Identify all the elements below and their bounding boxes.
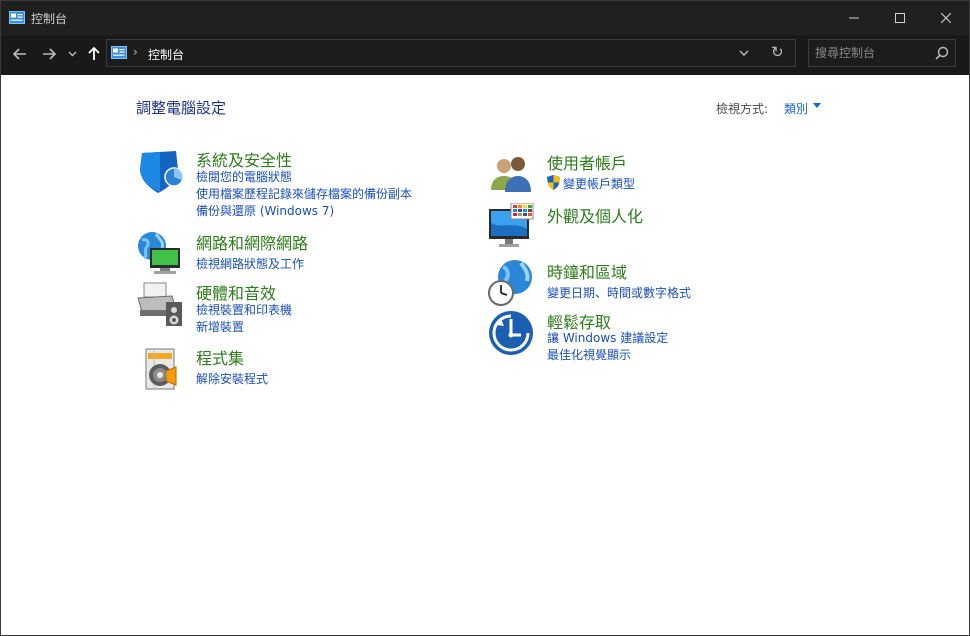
link-change-date-time-format[interactable]: 變更日期、時間或數字格式 (547, 284, 691, 301)
arrow-left-icon (13, 48, 26, 60)
close-button[interactable] (923, 1, 969, 35)
control-panel-window: 控制台 › 控制台 ↻ 搜尋控制台 調整電腦設定 檢視方式: 類別 系統及安全性… (0, 0, 970, 636)
network-globe-icon[interactable] (136, 230, 184, 278)
address-dropdown-button[interactable] (739, 46, 749, 59)
category-appearance-personalization: 外觀及個人化 (487, 203, 807, 253)
view-by-caret-icon[interactable] (813, 103, 821, 108)
category-title-network-internet[interactable]: 網路和網際網路 (196, 230, 308, 254)
category-title-programs[interactable]: 程式集 (196, 345, 244, 369)
forward-button[interactable] (38, 43, 60, 65)
link-add-device[interactable]: 新增裝置 (196, 318, 244, 335)
refresh-button[interactable]: ↻ (771, 43, 784, 61)
link-view-network-status[interactable]: 檢視網路狀態及工作 (196, 255, 304, 272)
view-by-dropdown[interactable]: 類別 (784, 100, 808, 117)
maximize-button[interactable] (877, 1, 923, 35)
category-system-security: 系統及安全性 檢閱您的電腦狀態 使用檔案歷程記錄來儲存檔案的備份副本 備份與還原… (136, 147, 456, 219)
close-icon (941, 13, 951, 23)
link-review-computer-status[interactable]: 檢閱您的電腦狀態 (196, 168, 292, 185)
uac-shield-icon (547, 175, 560, 190)
chevron-down-icon (739, 50, 749, 56)
up-button[interactable] (84, 43, 104, 65)
arrow-up-icon (88, 47, 100, 60)
link-optimize-visual-display[interactable]: 最佳化視覺顯示 (547, 346, 631, 363)
breadcrumb-separator[interactable]: › (133, 45, 138, 59)
category-hardware-sound: 硬體和音效 檢視裝置和印表機 新增裝置 (136, 280, 456, 335)
link-file-history-backup[interactable]: 使用檔案歷程記錄來儲存檔案的備份副本 (196, 185, 412, 202)
search-box[interactable] (808, 39, 956, 67)
recent-locations-button[interactable] (65, 43, 79, 65)
monitor-palette-icon[interactable] (487, 203, 535, 251)
users-icon[interactable] (487, 150, 535, 198)
category-title-user-accounts[interactable]: 使用者帳戶 (547, 150, 627, 174)
ease-of-access-icon[interactable] (487, 309, 535, 357)
back-button[interactable] (9, 43, 31, 65)
link-view-devices-printers[interactable]: 檢視裝置和印表機 (196, 301, 292, 318)
content-area: 調整電腦設定 檢視方式: 類別 系統及安全性 檢閱您的電腦狀態 使用檔案歷程記錄… (1, 75, 969, 635)
page-title: 調整電腦設定 (136, 99, 227, 117)
maximize-icon (895, 13, 905, 23)
breadcrumb-control-panel[interactable]: 控制台 (148, 46, 184, 63)
minimize-button[interactable] (831, 1, 877, 35)
category-network-internet: 網路和網際網路 檢視網路狀態及工作 (136, 230, 456, 280)
title-bar: 控制台 (1, 1, 969, 35)
link-backup-restore[interactable]: 備份與還原 (Windows 7) (196, 202, 334, 219)
link-let-windows-suggest[interactable]: 讓 Windows 建議設定 (547, 329, 668, 346)
control-panel-app-icon (9, 11, 25, 24)
link-change-account-type[interactable]: 變更帳戶類型 (563, 175, 635, 192)
clock-globe-icon[interactable] (487, 259, 535, 307)
shield-icon[interactable] (136, 147, 184, 195)
control-panel-address-icon (111, 46, 127, 59)
category-user-accounts: 使用者帳戶 變更帳戶類型 (487, 150, 807, 195)
window-title: 控制台 (31, 12, 68, 26)
search-input[interactable] (815, 44, 927, 62)
arrow-right-icon (43, 48, 56, 60)
address-bar[interactable]: › 控制台 ↻ (106, 39, 796, 67)
minimize-icon (849, 17, 859, 19)
navigation-bar: › 控制台 ↻ (1, 35, 969, 75)
printer-speaker-icon[interactable] (136, 280, 184, 328)
category-title-clock-region[interactable]: 時鐘和區域 (547, 259, 627, 283)
link-uninstall-program[interactable]: 解除安裝程式 (196, 370, 268, 387)
chevron-down-icon (68, 51, 76, 57)
category-ease-of-access: 輕鬆存取 讓 Windows 建議設定 最佳化視覺顯示 (487, 309, 807, 364)
category-programs: 程式集 解除安裝程式 (136, 345, 456, 395)
view-by-label: 檢視方式: (716, 102, 769, 116)
category-clock-region: 時鐘和區域 變更日期、時間或數字格式 (487, 259, 807, 307)
programs-disc-icon[interactable] (136, 345, 184, 393)
category-title-appearance-personalization[interactable]: 外觀及個人化 (547, 203, 643, 227)
search-icon[interactable] (935, 46, 949, 60)
